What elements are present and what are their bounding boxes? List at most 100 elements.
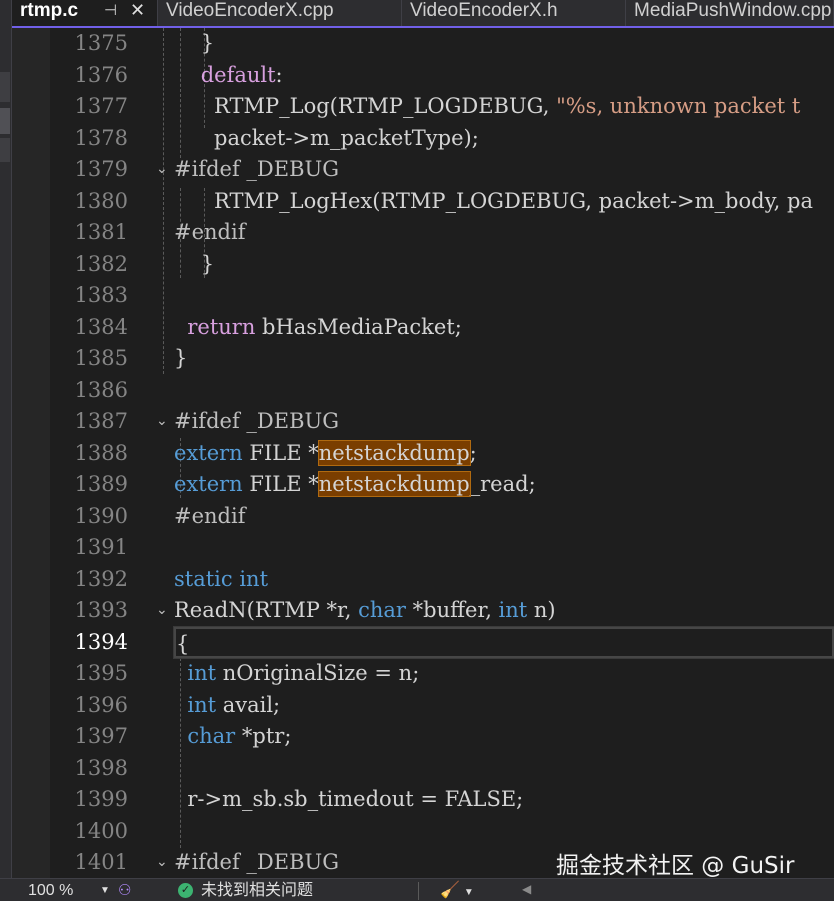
close-icon[interactable]: ✕ bbox=[130, 0, 145, 21]
code-line[interactable]: 1384 return bHasMediaPacket; bbox=[12, 312, 834, 344]
code-cleanup-button[interactable]: 🧹 ▼ bbox=[440, 880, 474, 900]
code-token: int bbox=[498, 598, 528, 622]
code-line[interactable]: 1396 int avail; bbox=[12, 690, 834, 722]
line-number: 1389 bbox=[74, 472, 128, 496]
code-token: extern bbox=[174, 472, 243, 496]
code-token: n) bbox=[527, 598, 556, 622]
code-line[interactable]: 1393 ⌄ ReadN(RTMP *r, char *buffer, int n) bbox=[12, 595, 834, 627]
zoom-value: 100 % bbox=[28, 882, 74, 899]
code-token: RTMP_LogHex(RTMP_LOGDEBUG, packet->m_bod… bbox=[174, 188, 813, 213]
check-circle-icon: ✓ bbox=[178, 883, 193, 899]
code-text: #ifdef _DEBUG bbox=[174, 406, 834, 438]
line-number: 1400 bbox=[74, 818, 128, 843]
scroll-left-arrow-icon[interactable]: ◀ bbox=[522, 882, 531, 896]
line-number: 1395 bbox=[74, 661, 128, 685]
tool-strip-item[interactable] bbox=[0, 108, 10, 134]
code-token: return bbox=[187, 314, 256, 339]
issues-status[interactable]: ✓ 未找到相关问题 bbox=[178, 882, 313, 900]
code-line[interactable]: 1385} bbox=[12, 343, 834, 375]
code-line[interactable]: 1379 ⌄ #ifdef _DEBUG bbox=[12, 154, 834, 186]
tab-label: VideoEncoderX.h bbox=[410, 0, 558, 21]
fold-chevron-icon[interactable]: ⌄ bbox=[156, 154, 174, 186]
line-number: 1394 bbox=[74, 629, 128, 654]
fold-chevron-icon[interactable]: ⌄ bbox=[156, 406, 174, 438]
code-line[interactable]: 1382 } bbox=[12, 249, 834, 281]
code-line[interactable]: 1378 packet->m_packetType); bbox=[12, 123, 834, 155]
code-token: } bbox=[174, 251, 215, 276]
chevron-down-icon: ▼ bbox=[463, 887, 474, 898]
code-line[interactable]: 1380 RTMP_LogHex(RTMP_LOGDEBUG, packet->… bbox=[12, 186, 834, 218]
code-line[interactable]: 1388 extern FILE *netstackdump; bbox=[12, 438, 834, 470]
tab-label: MediaPushWindow.cpp bbox=[634, 0, 832, 21]
fold-chevron-icon[interactable]: ⌄ bbox=[156, 595, 174, 627]
tool-strip-item[interactable] bbox=[0, 72, 10, 102]
fold-chevron-icon[interactable]: ⌄ bbox=[156, 847, 174, 878]
code-text: RTMP_Log(RTMP_LOGDEBUG, "%s, unknown pac… bbox=[174, 91, 834, 123]
code-line[interactable]: 1391 bbox=[12, 532, 834, 564]
tab-videoencoderx-h[interactable]: VideoEncoderX.h bbox=[402, 0, 626, 26]
line-number: 1396 bbox=[74, 692, 128, 717]
code-token: nOriginalSize = n; bbox=[216, 661, 420, 685]
line-number: 1377 bbox=[74, 94, 128, 118]
line-number: 1397 bbox=[74, 724, 128, 748]
code-token: #ifdef _DEBUG bbox=[174, 850, 339, 874]
code-token: FILE * bbox=[242, 472, 319, 496]
line-number: 1401 bbox=[74, 850, 128, 874]
code-editor[interactable]: 1375 } 1376 default: 1377 RTMP_Log(RTMP_LO… bbox=[12, 28, 834, 878]
code-token: } bbox=[174, 31, 215, 55]
code-line[interactable]: 1390 #endif bbox=[12, 501, 834, 533]
line-number: 1386 bbox=[74, 377, 128, 402]
code-line[interactable]: 1389 extern FILE *netstackdump_read; bbox=[12, 469, 834, 501]
code-line[interactable]: 1399 r->m_sb.sb_timedout = FALSE; bbox=[12, 784, 834, 816]
line-number: 1381 bbox=[74, 220, 128, 244]
code-line[interactable]: 1386 bbox=[12, 375, 834, 407]
code-text: #endif bbox=[174, 217, 834, 249]
pin-icon[interactable]: ⊣ bbox=[104, 0, 117, 22]
code-line[interactable]: 1394 { bbox=[12, 625, 834, 659]
code-token: bHasMediaPacket; bbox=[255, 314, 462, 339]
code-token: ; bbox=[469, 440, 477, 465]
code-text: return bHasMediaPacket; bbox=[174, 312, 834, 344]
issues-text: 未找到相关问题 bbox=[201, 882, 314, 899]
tab-rtmp-c[interactable]: rtmp.c ⊣ ✕ bbox=[12, 0, 158, 26]
code-token: FILE * bbox=[242, 440, 319, 465]
code-token: int bbox=[187, 692, 217, 717]
zoom-dropdown[interactable]: 100 % ▼ bbox=[28, 882, 112, 900]
tab-videoencoderx-cpp[interactable]: VideoEncoderX.cpp bbox=[158, 0, 402, 26]
code-text: { bbox=[173, 625, 834, 659]
code-text: default: bbox=[174, 60, 834, 92]
tool-strip-item[interactable] bbox=[0, 138, 10, 162]
code-line[interactable]: 1397 char *ptr; bbox=[12, 721, 834, 753]
code-line[interactable]: 1392 static int bbox=[12, 564, 834, 596]
code-line[interactable]: 1375 } bbox=[12, 28, 834, 60]
copilot-icon[interactable]: ⚇ bbox=[118, 881, 131, 899]
code-line[interactable]: 1395 int nOriginalSize = n; bbox=[12, 658, 834, 690]
line-number: 1379 bbox=[74, 157, 128, 181]
line-number: 1390 bbox=[74, 503, 128, 528]
line-number: 1393 bbox=[74, 598, 128, 622]
code-line[interactable]: 1400 bbox=[12, 816, 834, 848]
code-line[interactable]: 1381 #endif bbox=[12, 217, 834, 249]
code-text: char *ptr; bbox=[174, 721, 834, 753]
code-token: #endif bbox=[174, 503, 246, 528]
code-text: #ifdef _DEBUG bbox=[174, 154, 834, 186]
line-number: 1391 bbox=[74, 535, 128, 559]
code-line[interactable]: 1387 ⌄ #ifdef _DEBUG bbox=[12, 406, 834, 438]
highlighted-reference: netstackdump bbox=[317, 439, 471, 466]
watermark-text: 掘金技术社区 @ GuSir bbox=[556, 853, 795, 879]
document-tab-bar: rtmp.c ⊣ ✕ VideoEncoderX.cpp VideoEncode… bbox=[12, 0, 834, 28]
code-text: extern FILE *netstackdump; bbox=[174, 438, 834, 470]
code-line[interactable]: 1398 bbox=[12, 753, 834, 785]
broom-icon: 🧹 bbox=[440, 882, 460, 899]
code-line[interactable]: 1377 RTMP_Log(RTMP_LOGDEBUG, "%s, unknow… bbox=[12, 91, 834, 123]
code-line[interactable]: 1376 default: bbox=[12, 60, 834, 92]
tab-label: VideoEncoderX.cpp bbox=[166, 0, 334, 21]
code-line[interactable]: 1383 bbox=[12, 280, 834, 312]
tab-mediapushwindow-cpp[interactable]: MediaPushWindow.cpp bbox=[626, 0, 834, 26]
code-text: int nOriginalSize = n; bbox=[174, 658, 834, 690]
code-token: } bbox=[174, 346, 188, 370]
